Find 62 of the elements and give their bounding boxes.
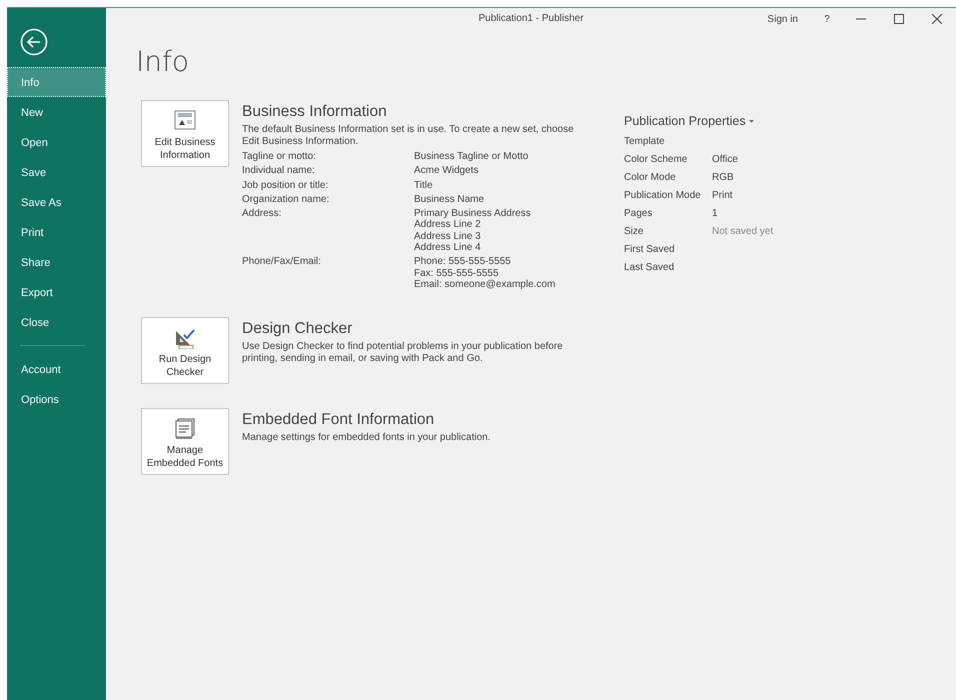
section-description: Use Design Checker to find potential problems in your publication before printing, sending in email, or saving with Pack and Go. [242, 341, 564, 366]
maximize-icon[interactable] [894, 14, 904, 24]
property-value: RGB [712, 171, 735, 185]
field-value: Fax: 555-555-5555 [414, 268, 500, 279]
properties-dropdown[interactable]: Publication Properties [624, 114, 754, 128]
field-value: Business Name [414, 194, 486, 206]
field-value: Address Line 3 [414, 230, 482, 242]
field-value: Business Tagline or Motto [414, 151, 530, 162]
property-label: Size [624, 225, 644, 239]
nav-item[interactable]: Save [7, 157, 106, 187]
property-value: 1 [712, 207, 719, 221]
command-button[interactable]: Manage Embedded Fonts [141, 408, 229, 476]
field-label: Job position or title: [242, 180, 330, 191]
nav-item[interactable]: Print [7, 217, 106, 247]
document-stack-icon [174, 418, 196, 440]
field-value: Phone: 555-555-5555 [414, 256, 512, 268]
section-heading: Business Information [242, 103, 388, 121]
command-button[interactable]: Edit Business Information [141, 100, 229, 167]
help-button[interactable]: ? [812, 8, 842, 30]
field-label: Phone/Fax/Email: [242, 256, 322, 270]
command-button[interactable]: Run Design Checker [141, 317, 229, 384]
property-label: Color Mode [624, 171, 677, 185]
field-value: Title [414, 180, 434, 191]
sign-in-link[interactable]: Sign in [753, 8, 812, 30]
close-icon[interactable] [932, 14, 942, 24]
property-label: First Saved [624, 243, 676, 257]
section-heading: Embedded Font Information [242, 411, 436, 430]
field-label: Individual name: [242, 165, 316, 177]
nav-item[interactable]: New [7, 97, 106, 127]
ruler-check-icon [174, 327, 196, 350]
property-value: Office [712, 153, 739, 167]
field-label: Address: [242, 208, 282, 222]
nav-item[interactable]: Account [7, 354, 106, 384]
nav-item[interactable]: Options [7, 384, 106, 414]
nav-item[interactable]: Save As [7, 187, 106, 217]
card-icon [174, 110, 196, 132]
window-title: Publication1 - Publisher [478, 13, 584, 24]
back-icon[interactable] [20, 28, 48, 56]
field-value: Acme Widgets [414, 165, 480, 177]
section-description: The default Business Information set is in use. To create a new set, choose Edit Business Information. [242, 124, 575, 148]
property-value: Not saved yet [712, 225, 774, 239]
section-heading: Design Checker [242, 320, 354, 338]
property-value: Print [712, 189, 734, 203]
nav-item[interactable]: Share [7, 247, 106, 277]
nav-item[interactable]: Close [7, 307, 106, 337]
property-label: Pages [624, 207, 654, 221]
page-title: Info [136, 45, 190, 78]
property-label: Color Scheme [624, 153, 688, 167]
nav-item[interactable]: Info [7, 67, 106, 97]
field-value: Primary Business Address [414, 208, 532, 220]
nav-item[interactable]: Export [7, 277, 106, 307]
field-value: Address Line 2 [414, 219, 482, 231]
field-label: Organization name: [242, 194, 330, 206]
nav-item[interactable]: Open [7, 127, 106, 157]
field-value: Address Line 4 [414, 242, 482, 254]
field-value: Email: someone@example.com [414, 278, 556, 290]
property-label: Publication Mode [624, 189, 702, 203]
caret-icon [748, 120, 754, 122]
property-label: Last Saved [624, 261, 676, 275]
field-label: Tagline or motto: [242, 151, 317, 162]
property-label: Template [624, 135, 666, 149]
section-description: Manage settings for embedded fonts in your publication. [242, 432, 492, 444]
